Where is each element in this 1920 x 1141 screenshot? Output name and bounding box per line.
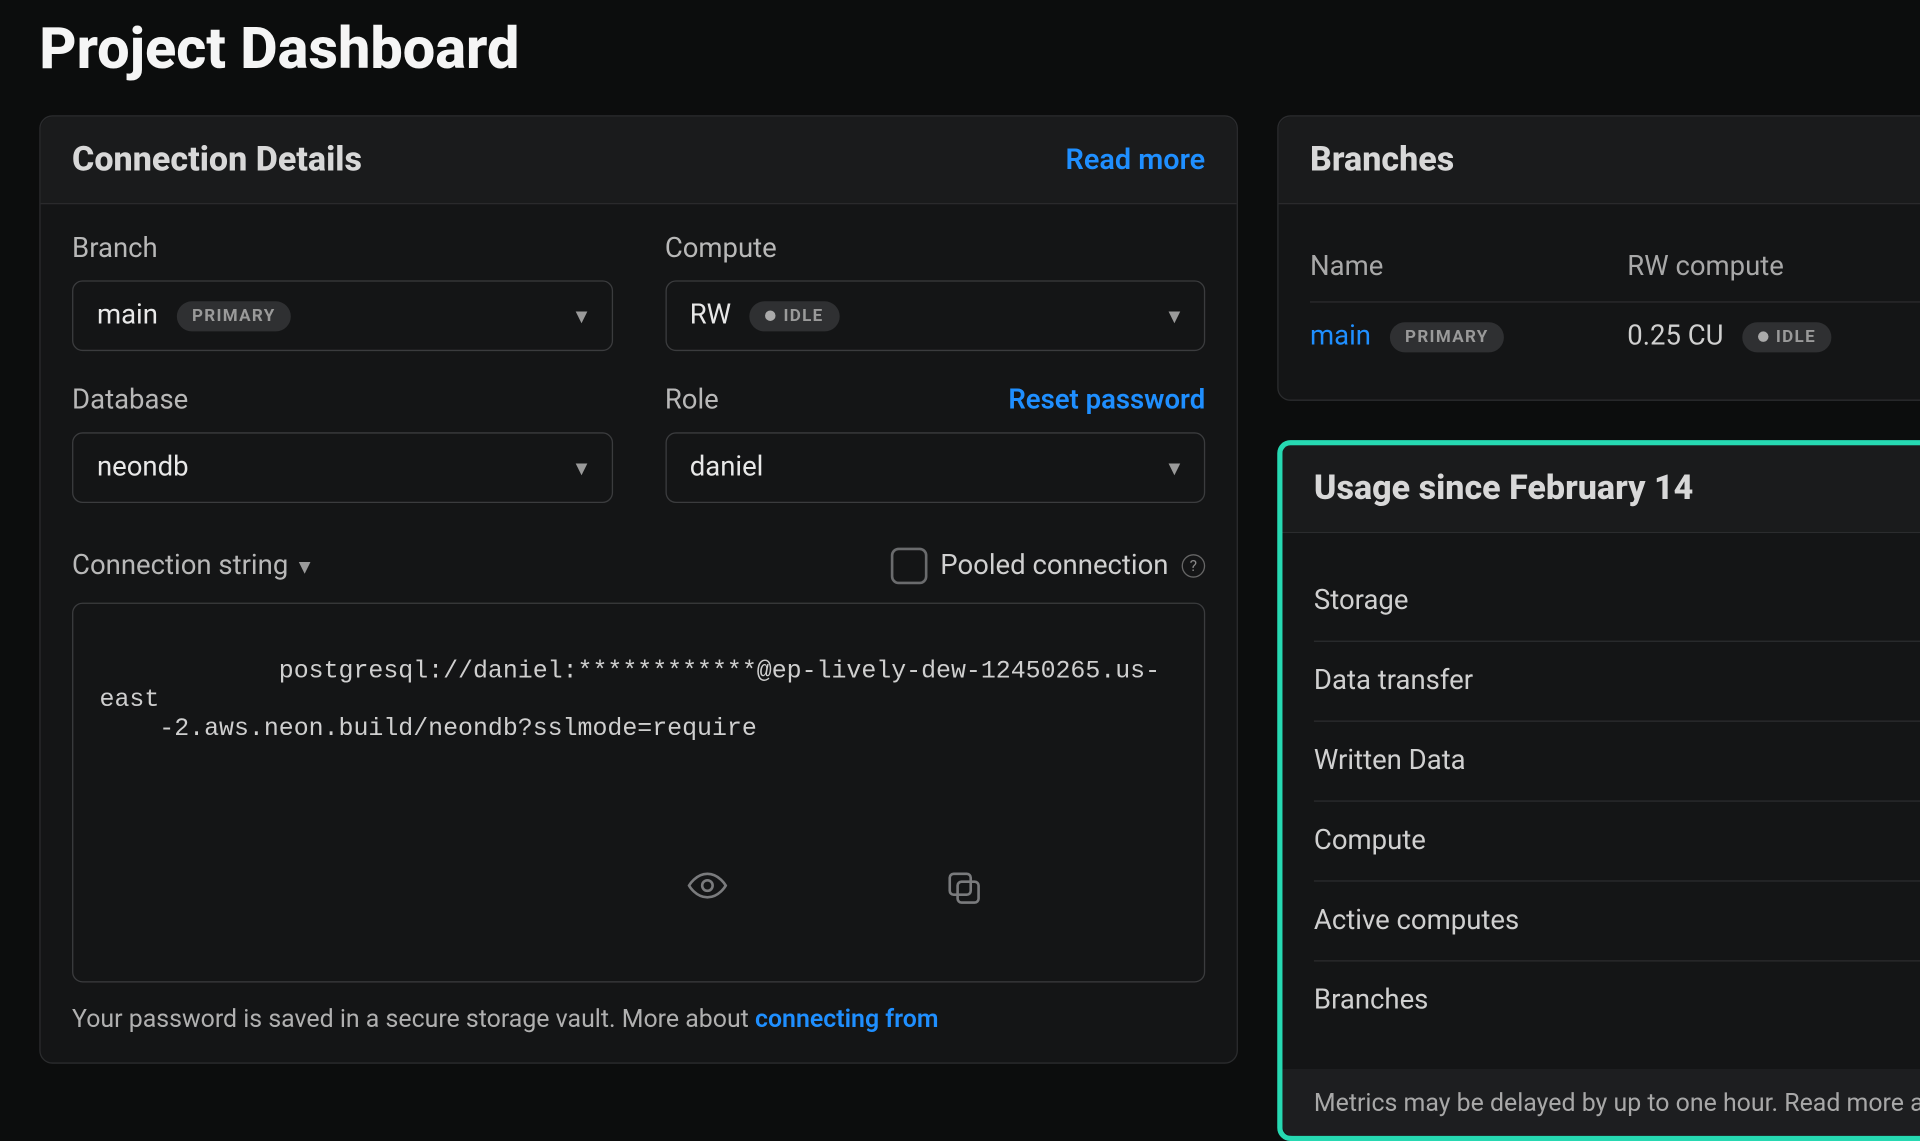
compute-select[interactable]: RW IDLE ▾ [665,280,1205,351]
eye-icon[interactable] [687,811,926,966]
table-row: main PRIMARY 0.25 CU IDLE 0% [1310,303,1920,371]
chevron-down-icon: ▾ [1168,302,1180,330]
idle-badge: IDLE [1742,322,1832,352]
copy-icon[interactable] [944,811,1183,966]
connection-string-box: postgresql://daniel:************@ep-live… [72,603,1205,983]
usage-row: Storage33 MiB [1314,562,1920,642]
idle-badge: IDLE [749,301,839,331]
chevron-down-icon: ▾ [299,552,311,580]
compute-label: Compute [665,233,777,264]
usage-label: Branches [1314,985,1428,1016]
pooled-connection-checkbox[interactable] [891,548,928,585]
usage-row: Active computes0 [1314,882,1920,962]
page-title: Project Dashboard [39,14,519,82]
connection-panel-title: Connection Details [72,140,362,179]
database-select-value: neondb [97,452,189,483]
usage-footer: Metrics may be delayed by up to one hour… [1282,1069,1920,1136]
connection-string-value: postgresql://daniel:************@ep-live… [100,656,1161,742]
usage-label: Storage [1314,586,1409,617]
help-icon[interactable]: ? [1182,554,1206,578]
connection-details-panel: Connection Details Read more Branch main… [39,115,1238,1063]
pooled-connection-label: Pooled connection [940,550,1168,581]
col-rw: RW compute [1627,252,1920,283]
connecting-from-link[interactable]: connecting from [755,1003,939,1033]
chevron-down-icon: ▾ [1168,454,1180,482]
primary-badge: PRIMARY [176,301,291,331]
database-label: Database [72,385,188,416]
usage-row: Compute0 h [1314,802,1920,882]
compute-select-value: RW [690,300,731,331]
read-more-link[interactable]: Read more [1066,143,1206,176]
chevron-down-icon: ▾ [576,454,588,482]
role-select-value: daniel [690,452,764,483]
usage-row: Branches1 [1314,962,1920,1041]
branch-select-value: main [97,300,158,331]
branches-panel: Branches View all Name RW compute Used s… [1277,115,1920,401]
usage-label: Written Data [1314,745,1466,776]
branches-panel-title: Branches [1310,140,1454,179]
branch-name-link[interactable]: main [1310,321,1371,352]
usage-row: Data transfer0 KiB [1314,642,1920,722]
connection-string-toggle[interactable]: Connection string ▾ [72,550,311,581]
reset-password-link[interactable]: Reset password [1008,385,1205,416]
password-note: Your password is saved in a secure stora… [72,1003,1205,1033]
col-name: Name [1310,252,1627,283]
role-label: Role [665,385,719,416]
branch-label: Branch [72,233,158,264]
role-select[interactable]: daniel ▾ [665,432,1205,503]
usage-label: Data transfer [1314,665,1473,696]
usage-panel: Usage since February 14 Go to billing St… [1277,440,1920,1141]
usage-panel-title: Usage since February 14 [1314,469,1693,508]
primary-badge: PRIMARY [1389,322,1504,352]
usage-label: Compute [1314,825,1426,856]
cu-value: 0.25 CU [1627,321,1723,352]
chevron-down-icon: ▾ [576,302,588,330]
branch-select[interactable]: main PRIMARY ▾ [72,280,612,351]
database-select[interactable]: neondb ▾ [72,432,612,503]
usage-label: Active computes [1314,905,1519,936]
usage-row: Written Data0 KiB [1314,722,1920,802]
